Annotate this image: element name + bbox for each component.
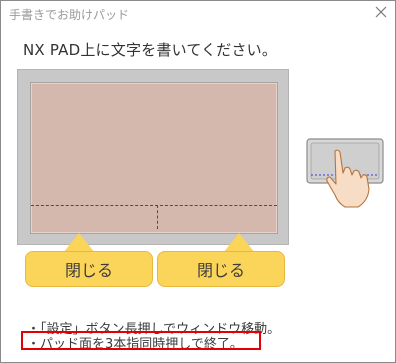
drawing-pad[interactable] <box>30 82 278 234</box>
guide-line-vertical <box>157 205 158 229</box>
close-icon[interactable] <box>373 4 389 20</box>
pad-frame <box>17 69 289 245</box>
window-title: 手書きでお助けパッド <box>9 8 130 22</box>
app-window: 手書きでお助けパッド NX PAD上に文字を書いてください。 閉じる 閉じる ・… <box>0 0 396 363</box>
hand-touch-icon <box>306 138 384 208</box>
guide-line-horizontal <box>31 205 277 206</box>
close-button-right-tab <box>223 233 255 253</box>
instruction-text: NX PAD上に文字を書いてください。 <box>23 41 278 59</box>
close-button-right[interactable]: 閉じる <box>157 251 285 287</box>
note-highlight-box <box>21 331 261 350</box>
close-button-left-tab <box>63 233 95 253</box>
close-button-left[interactable]: 閉じる <box>25 251 153 287</box>
